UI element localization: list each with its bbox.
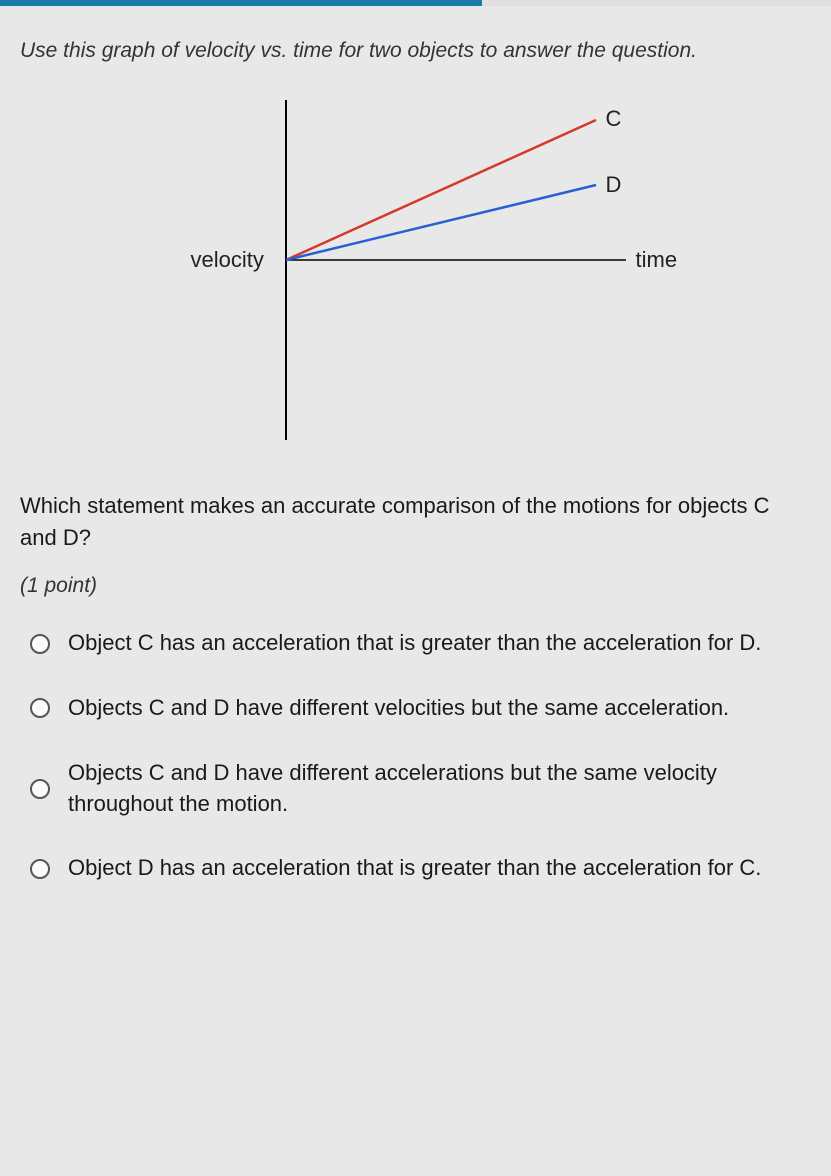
series-label-d: D	[606, 172, 622, 198]
question-content: Use this graph of velocity vs. time for …	[0, 12, 831, 938]
x-axis-label: time	[636, 247, 678, 273]
option-2[interactable]: Objects C and D have different velocitie…	[30, 693, 811, 724]
line-d	[286, 185, 596, 260]
option-text: Objects C and D have different accelerat…	[68, 758, 811, 820]
instruction-text: Use this graph of velocity vs. time for …	[20, 36, 811, 66]
progress-fill	[0, 0, 482, 6]
radio-icon[interactable]	[30, 779, 50, 799]
y-axis-label: velocity	[191, 247, 264, 273]
option-3[interactable]: Objects C and D have different accelerat…	[30, 758, 811, 820]
line-c	[286, 120, 596, 260]
radio-icon[interactable]	[30, 634, 50, 654]
question-text: Which statement makes an accurate compar…	[20, 490, 811, 554]
velocity-time-chart: velocity time C D	[136, 90, 696, 450]
option-text: Objects C and D have different velocitie…	[68, 693, 729, 724]
options-group: Object C has an acceleration that is gre…	[20, 628, 811, 884]
option-text: Object D has an acceleration that is gre…	[68, 853, 761, 884]
option-1[interactable]: Object C has an acceleration that is gre…	[30, 628, 811, 659]
series-label-c: C	[606, 106, 622, 132]
progress-bar	[0, 0, 831, 6]
points-label: (1 point)	[20, 574, 811, 598]
option-text: Object C has an acceleration that is gre…	[68, 628, 761, 659]
radio-icon[interactable]	[30, 859, 50, 879]
radio-icon[interactable]	[30, 698, 50, 718]
option-4[interactable]: Object D has an acceleration that is gre…	[30, 853, 811, 884]
chart-container: velocity time C D	[20, 90, 811, 450]
